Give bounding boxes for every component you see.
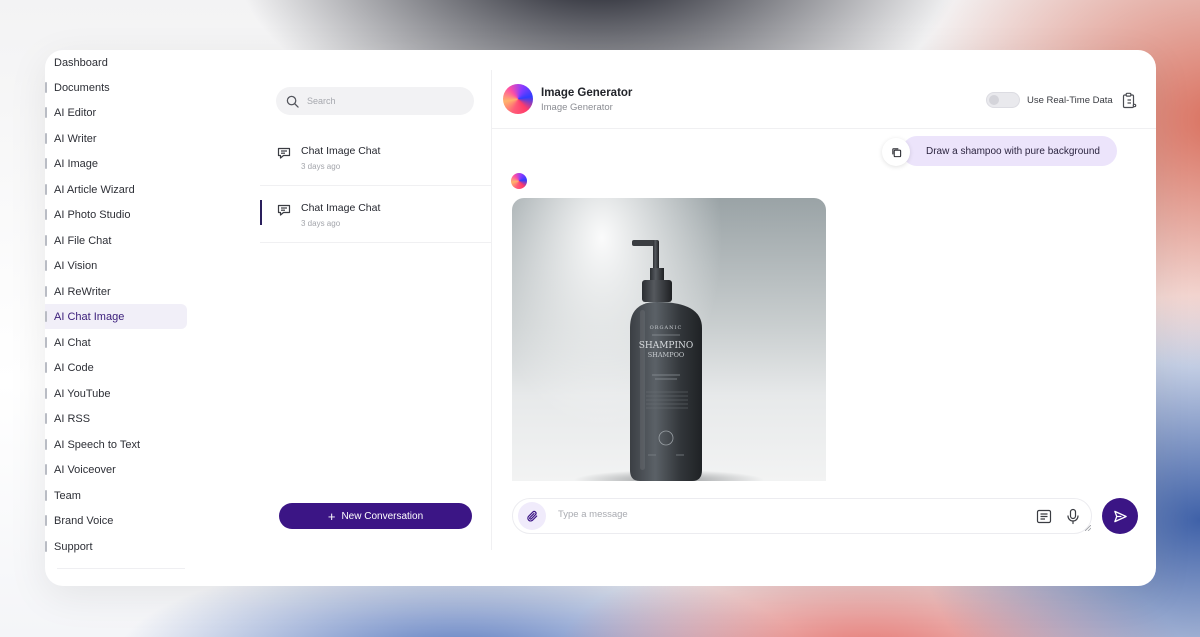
search-input[interactable] — [307, 96, 457, 106]
paperclip-icon — [526, 510, 537, 522]
conversation-time: 3 days ago — [301, 162, 341, 171]
conversation-item-selected[interactable]: Chat Image Chat 3 days ago — [260, 186, 491, 243]
sidebar-item-ai-editor[interactable]: AI Editor — [45, 100, 187, 125]
attach-button[interactable] — [518, 502, 546, 530]
sidebar-item-label: Support — [54, 540, 93, 553]
message-composer — [512, 498, 1092, 534]
bottle-type-text: SHAMPOO — [648, 351, 685, 359]
new-conversation-button[interactable]: + New Conversation — [279, 503, 472, 529]
sidebar-item-ai-image[interactable]: AI Image — [45, 151, 187, 176]
realtime-data-toggle[interactable] — [986, 92, 1020, 108]
send-icon — [1113, 510, 1127, 522]
conversation-panel: Chat Image Chat 3 days ago Chat Image Ch… — [260, 70, 491, 550]
sidebar-item-label: Brand Voice — [54, 514, 114, 527]
sidebar-item-label: AI File Chat — [54, 234, 112, 247]
sidebar-item-support[interactable]: Support — [45, 534, 187, 559]
shampoo-bottle-illustration: ORGANIC SHAMPINO SHAMPOO — [574, 240, 764, 481]
sidebar-item-brand-voice[interactable]: Brand Voice — [45, 508, 187, 533]
bottle-brand-text: ORGANIC — [650, 325, 683, 331]
sidebar-item-label: AI Article Wizard — [54, 183, 135, 196]
sidebar-item-label: AI YouTube — [54, 387, 111, 400]
assistant-avatar — [503, 84, 533, 114]
sidebar-item-ai-rss[interactable]: AI RSS — [45, 406, 187, 431]
sidebar-item-ai-rewriter[interactable]: AI ReWriter — [45, 279, 187, 304]
conversation-title: Chat Image Chat — [301, 145, 381, 157]
copy-icon — [891, 147, 901, 157]
sidebar-item-label: AI Vision — [54, 259, 98, 272]
sidebar-item-label: AI Image — [54, 157, 99, 170]
sidebar-item-ai-file-chat[interactable]: AI File Chat — [45, 228, 187, 253]
chat-header: Image Generator Image Generator Use Real… — [492, 70, 1156, 129]
sidebar-item-ai-youtube[interactable]: AI YouTube — [45, 381, 187, 406]
sidebar-item-ai-chat[interactable]: AI Chat — [45, 330, 187, 355]
resize-grip-icon[interactable] — [1085, 525, 1091, 531]
toggle-knob — [989, 95, 999, 105]
sidebar-item-ai-speech-to-text[interactable]: AI Speech to Text — [45, 432, 187, 457]
sidebar-item-label: Team — [54, 489, 81, 502]
sidebar-item-label: AI Code — [54, 361, 94, 374]
new-conversation-label: New Conversation — [341, 510, 424, 522]
sidebar-item-label: AI Chat — [54, 336, 91, 349]
search-icon — [286, 95, 299, 108]
sidebar-item-label: AI Photo Studio — [54, 208, 131, 221]
bottle-name-text: SHAMPINO — [639, 341, 694, 351]
sidebar: Dashboard Documents AI Editor AI Writer … — [45, 50, 260, 586]
chat-title: Image Generator — [541, 87, 633, 99]
sidebar-item-label: AI Speech to Text — [54, 438, 141, 451]
message-input[interactable] — [558, 509, 978, 520]
realtime-data-label: Use Real-Time Data — [1027, 95, 1113, 106]
conversation-item[interactable]: Chat Image Chat 3 days ago — [260, 129, 491, 186]
sidebar-item-label: AI Editor — [54, 106, 97, 119]
chat-bubble-icon — [277, 147, 291, 159]
sidebar-item-ai-article-wizard[interactable]: AI Article Wizard — [45, 177, 187, 202]
sidebar-item-label: Dashboard — [54, 56, 108, 69]
sidebar-item-ai-chat-image[interactable]: AI Chat Image — [45, 304, 187, 329]
conversation-time: 3 days ago — [301, 219, 341, 228]
sidebar-item-label: AI ReWriter — [54, 285, 111, 298]
assistant-avatar-small — [511, 173, 527, 189]
sidebar-item-team[interactable]: Team — [45, 483, 187, 508]
prompt-list-icon[interactable] — [1036, 509, 1052, 524]
conversation-title: Chat Image Chat — [301, 202, 381, 214]
copy-message-button[interactable] — [882, 138, 910, 166]
user-message-bubble: Draw a shampoo with pure background — [902, 136, 1117, 166]
chat-area: Image Generator Image Generator Use Real… — [492, 70, 1156, 586]
generated-image[interactable]: ORGANIC SHAMPINO SHAMPOO — [512, 198, 826, 481]
app-window: Dashboard Documents AI Editor AI Writer … — [45, 50, 1156, 586]
sidebar-item-ai-photo-studio[interactable]: AI Photo Studio — [45, 202, 187, 227]
send-button[interactable] — [1102, 498, 1138, 534]
sidebar-item-ai-code[interactable]: AI Code — [45, 355, 187, 380]
search-box[interactable] — [276, 87, 474, 115]
sidebar-item-label: Documents — [54, 81, 110, 94]
sidebar-item-ai-vision[interactable]: AI Vision — [45, 253, 187, 278]
sidebar-item-label: AI Voiceover — [54, 463, 116, 476]
sidebar-item-documents[interactable]: Documents — [45, 75, 187, 100]
clipboard-icon[interactable] — [1121, 92, 1137, 109]
sidebar-item-ai-voiceover[interactable]: AI Voiceover — [45, 457, 187, 482]
sidebar-item-label: AI RSS — [54, 412, 91, 425]
microphone-icon[interactable] — [1066, 508, 1080, 525]
sidebar-item-label: AI Chat Image — [54, 310, 125, 323]
plus-icon: + — [327, 508, 336, 524]
chat-bubble-icon — [277, 204, 291, 216]
chat-subtitle: Image Generator — [541, 102, 613, 113]
user-message-text: Draw a shampoo with pure background — [926, 145, 1100, 157]
sidebar-item-dashboard[interactable]: Dashboard — [45, 50, 187, 75]
sidebar-item-ai-writer[interactable]: AI Writer — [45, 126, 187, 151]
sidebar-divider — [57, 568, 185, 569]
sidebar-item-label: AI Writer — [54, 132, 97, 145]
